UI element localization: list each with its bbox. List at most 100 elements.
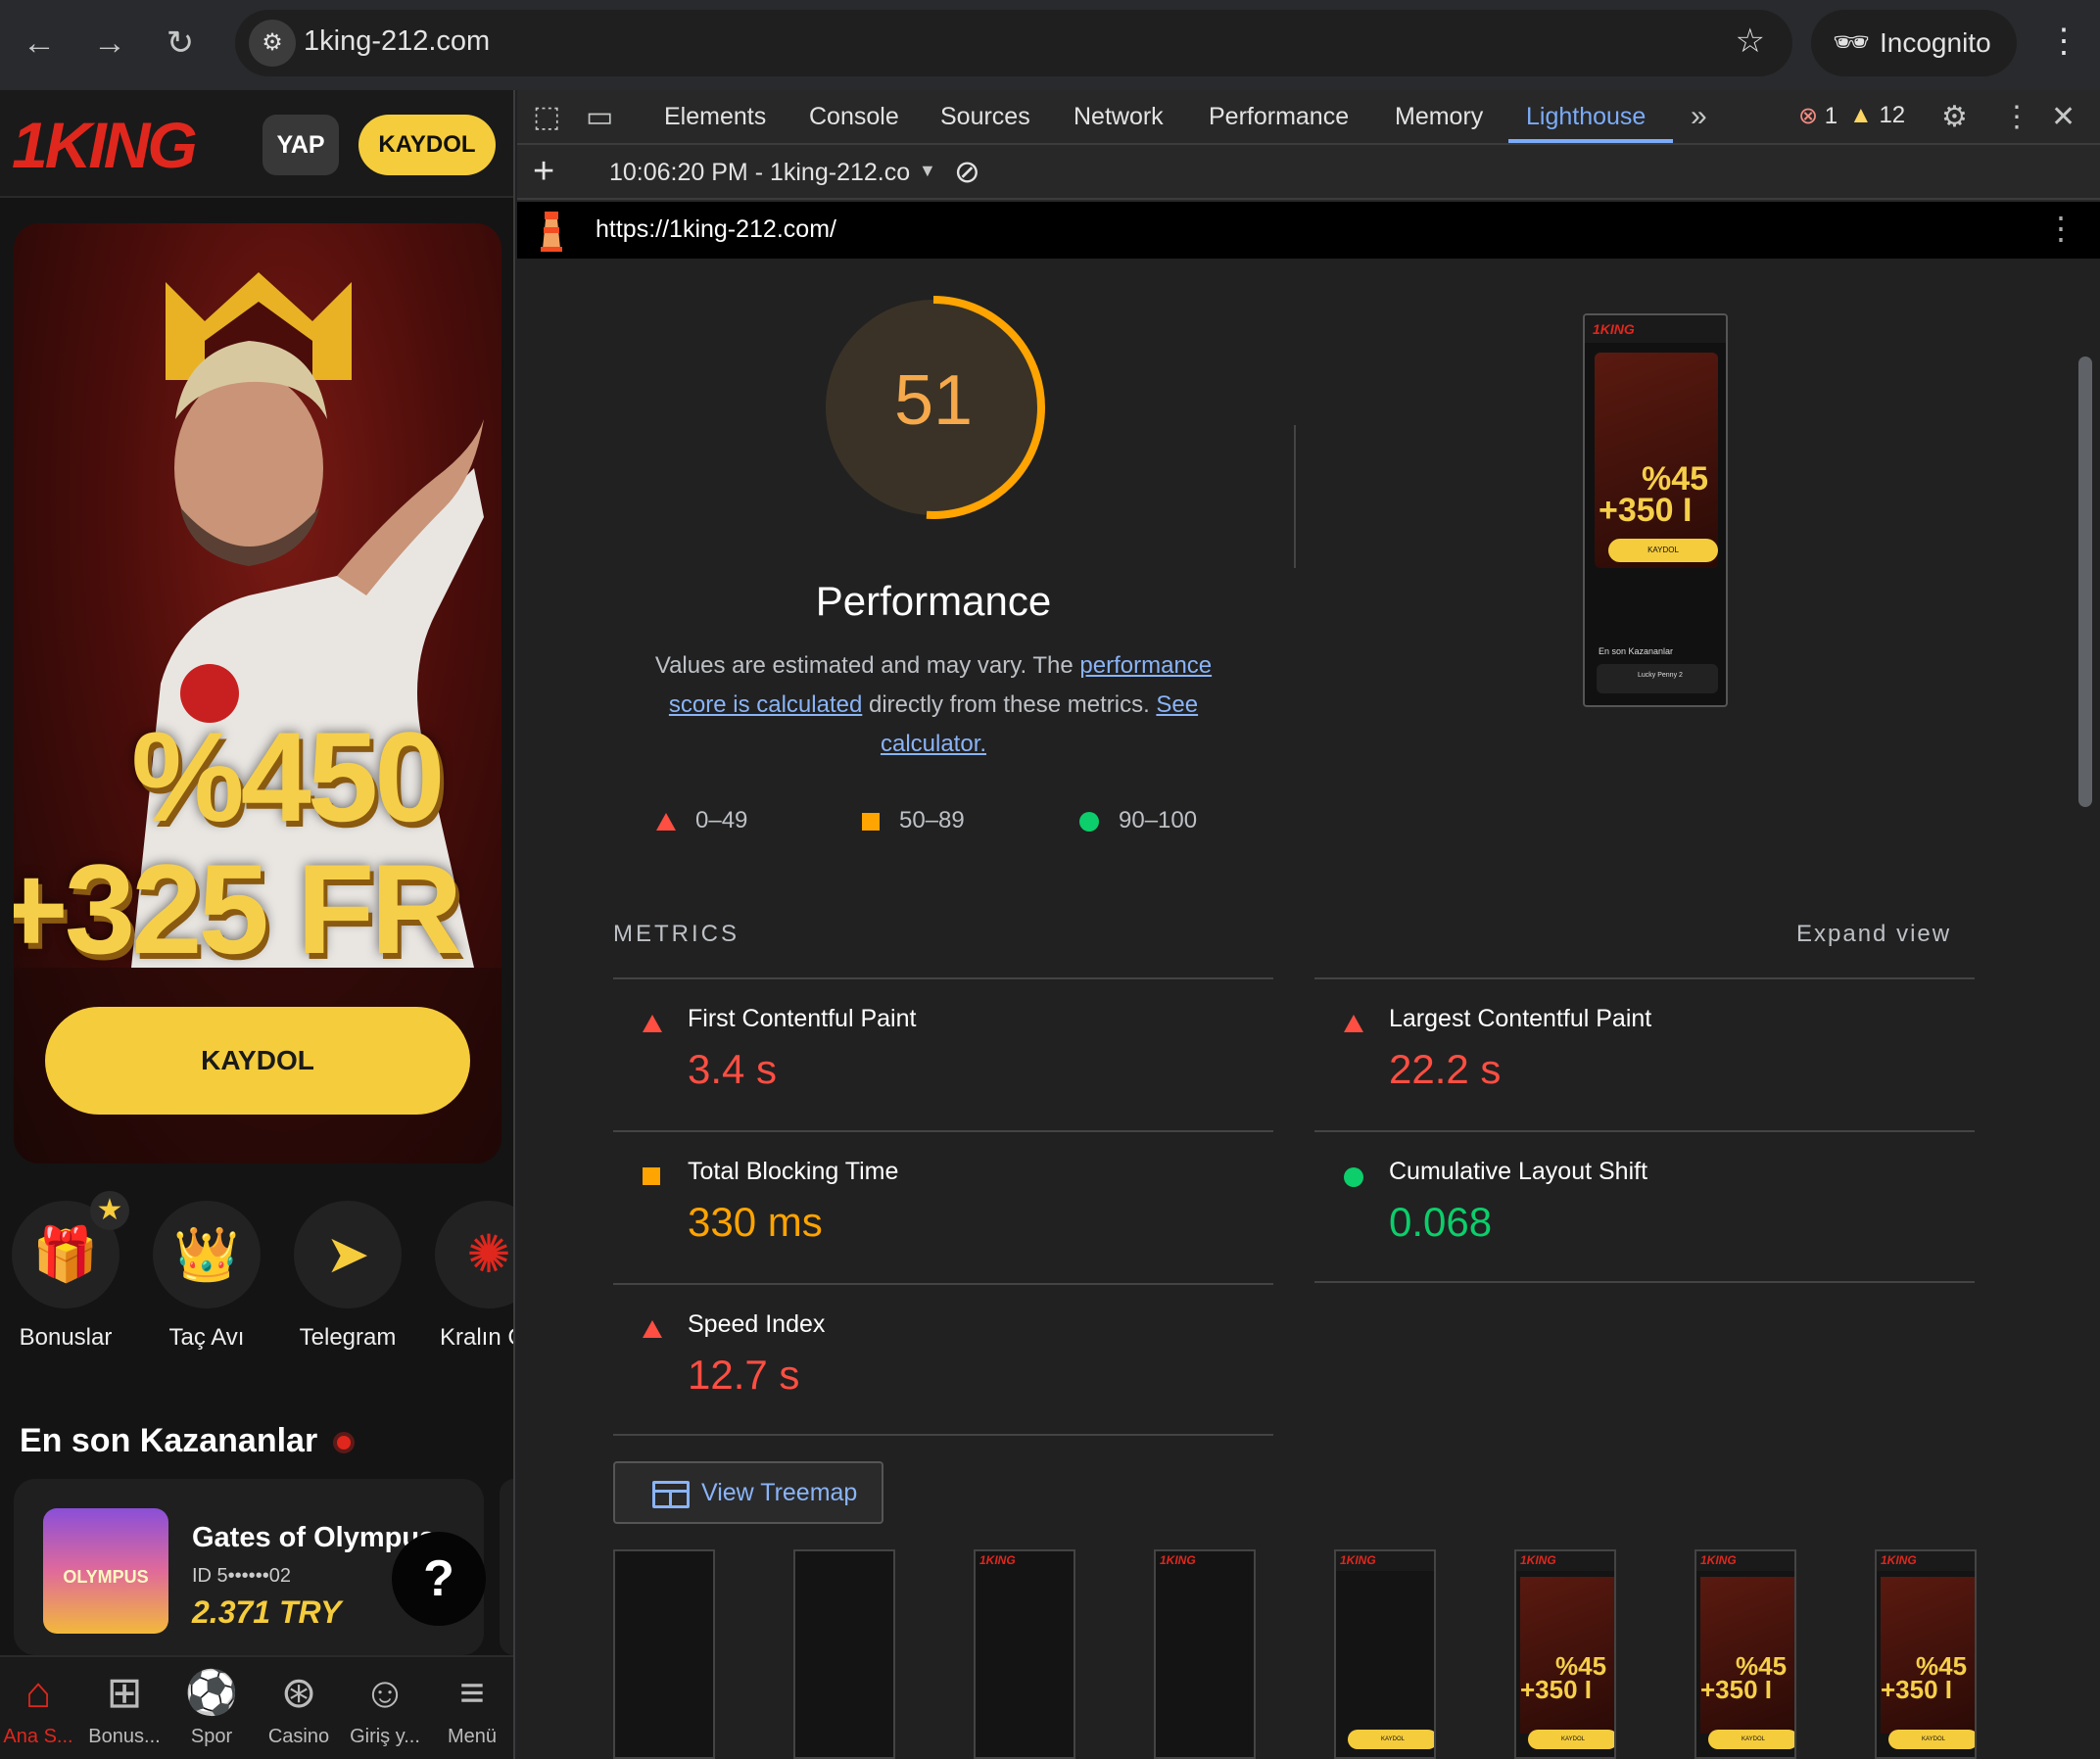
device-toolbar-icon[interactable]: ▭	[586, 100, 613, 134]
forward-arrow-icon[interactable]: →	[86, 20, 133, 67]
incognito-button[interactable]: 🕶 Incognito	[1811, 10, 2017, 76]
nav-bonus[interactable]: ⊞ Bonus...	[80, 1667, 168, 1748]
tab-console[interactable]: Console	[809, 103, 899, 131]
nav-menu[interactable]: ≡ Menü	[428, 1667, 513, 1748]
metric-fcp: First Contentful Paint 3.4 s	[613, 979, 1279, 1130]
tab-lighthouse[interactable]: Lighthouse	[1526, 103, 1646, 131]
desc-text: directly from these metrics.	[862, 691, 1157, 718]
frame-button: KAYDOL	[1888, 1730, 1975, 1749]
tab-elements[interactable]: Elements	[664, 103, 766, 131]
legend-fail: 0–49	[656, 807, 747, 834]
tab-memory[interactable]: Memory	[1395, 103, 1483, 131]
screenshot-logo: 1KING	[1593, 321, 1635, 337]
metric-cls: Cumulative Layout Shift 0.068	[1314, 1132, 1981, 1283]
category-label: Bonuslar	[19, 1324, 113, 1351]
nav-login[interactable]: ☺ Giriş y...	[341, 1667, 429, 1748]
site-header: 1KING YAP KAYDOL	[0, 90, 513, 198]
frame-promo-2: +350 I	[1520, 1675, 1593, 1704]
wheel-icon: ✺	[435, 1201, 513, 1308]
filmstrip-frame	[793, 1549, 895, 1759]
tab-sources[interactable]: Sources	[940, 103, 1030, 131]
tab-performance[interactable]: Performance	[1209, 103, 1349, 131]
settings-gear-icon[interactable]: ⚙	[1941, 100, 1968, 134]
hamburger-icon: ≡	[459, 1669, 485, 1717]
game-thumbnail: OLYMPUS	[43, 1508, 168, 1634]
banner-signup-button[interactable]: KAYDOL	[45, 1007, 470, 1115]
report-selector[interactable]: 10:06:20 PM - 1king-212.co	[609, 159, 910, 187]
fail-triangle-icon	[656, 812, 676, 831]
frame-logo: 1KING	[1700, 1553, 1737, 1567]
promo-banner[interactable]: %450 +325 FR KAYDOL	[14, 223, 501, 1164]
site-logo[interactable]: 1KING	[12, 108, 198, 182]
back-arrow-icon[interactable]: ←	[16, 20, 63, 67]
filmstrip-frame: 1KING %45 +350 I KAYDOL	[1514, 1549, 1616, 1759]
view-treemap-button[interactable]: View Treemap	[613, 1461, 883, 1524]
category-kralin-carki[interactable]: ✺ Kralın Ça	[435, 1201, 513, 1351]
metric-value: 22.2 s	[1389, 1046, 1502, 1092]
metric-name: First Contentful Paint	[688, 1005, 917, 1032]
warning-count: 12	[1879, 102, 1906, 128]
frame-button: KAYDOL	[1528, 1730, 1614, 1749]
metric-lcp: Largest Contentful Paint 22.2 s	[1314, 979, 1981, 1130]
inspect-element-icon[interactable]: ⬚	[533, 100, 560, 134]
tab-network[interactable]: Network	[1074, 103, 1164, 131]
bookmark-star-icon[interactable]: ☆	[1736, 22, 1765, 61]
more-tabs-chevron-icon[interactable]: »	[1691, 100, 1707, 133]
filmstrip-frame: 1KING KAYDOL	[1334, 1549, 1436, 1759]
category-tac-avi[interactable]: 👑 Taç Avı	[153, 1201, 261, 1351]
average-square-icon	[862, 812, 880, 831]
final-screenshot[interactable]: 1KING %45 +350 I KAYDOL En son Kazananla…	[1583, 313, 1728, 707]
metric-value: 330 ms	[688, 1199, 823, 1245]
nav-label: Giriş y...	[350, 1726, 420, 1747]
metric-value: 0.068	[1389, 1199, 1493, 1245]
expand-view-toggle[interactable]: Expand view	[1796, 921, 1951, 948]
score-description: Values are estimated and may vary. The p…	[625, 646, 1242, 764]
category-label: Taç Avı	[168, 1324, 245, 1351]
report-menu-icon[interactable]: ⋮	[2045, 210, 2076, 247]
url-text[interactable]: 1king-212.com	[304, 25, 490, 58]
reload-icon[interactable]: ↻	[157, 20, 204, 67]
category-telegram[interactable]: ➤ Telegram	[294, 1201, 402, 1351]
frame-logo: 1KING	[1160, 1553, 1196, 1567]
legend-range: 90–100	[1119, 807, 1198, 833]
win-amount: 2.371 TRY	[192, 1594, 342, 1630]
browser-menu-icon[interactable]: ⋮	[2047, 22, 2080, 61]
login-button[interactable]: YAP	[262, 115, 339, 175]
new-report-icon[interactable]: +	[533, 151, 554, 193]
nav-label: Ana S...	[3, 1726, 73, 1747]
error-icon: ⊗	[1798, 103, 1819, 129]
metric-value: 12.7 s	[688, 1352, 800, 1398]
signup-button[interactable]: KAYDOL	[358, 115, 496, 175]
performance-score: 51	[893, 361, 974, 440]
filmstrip-frame: 1KING	[1154, 1549, 1256, 1759]
metric-name: Cumulative Layout Shift	[1389, 1158, 1648, 1185]
metric-tbt: Total Blocking Time 330 ms	[613, 1132, 1279, 1283]
fail-triangle-icon	[643, 1320, 662, 1338]
live-indicator-icon	[333, 1432, 355, 1453]
frame-logo: 1KING	[979, 1553, 1016, 1567]
nav-casino[interactable]: ⊛ Casino	[255, 1667, 343, 1748]
error-counter[interactable]: ⊗ 1	[1798, 102, 1838, 130]
winner-card[interactable]	[500, 1479, 513, 1655]
nav-label: Casino	[267, 1726, 330, 1747]
site-info-icon[interactable]: ⚙	[249, 20, 296, 67]
nav-home[interactable]: ⌂ Ana S...	[0, 1667, 82, 1748]
frame-button: KAYDOL	[1348, 1730, 1434, 1749]
chevron-down-icon[interactable]: ▼	[919, 161, 936, 181]
screenshot-card-name: Lucky Penny 2	[1638, 672, 1683, 679]
report-url[interactable]: https://1king-212.com/	[596, 215, 836, 244]
game-name: Gates of Olympus	[192, 1522, 436, 1553]
help-button[interactable]: ?	[392, 1532, 486, 1626]
nav-spor[interactable]: ⚽ Spor	[167, 1667, 256, 1748]
devtools-menu-icon[interactable]: ⋮	[2002, 100, 2031, 134]
warning-counter[interactable]: ▲ 12	[1849, 102, 1905, 129]
clear-icon[interactable]: ⊘	[954, 153, 980, 190]
report-scrollbar[interactable]	[2078, 357, 2092, 807]
soccer-ball-icon: ⚽	[184, 1669, 239, 1717]
lighthouse-logo-icon	[541, 212, 562, 252]
filmstrip-frame: 1KING %45 +350 I KAYDOL	[1875, 1549, 1977, 1759]
divider	[1294, 425, 1296, 568]
close-icon[interactable]: ✕	[2051, 100, 2076, 134]
active-tab-indicator	[1508, 139, 1673, 143]
address-bar[interactable]: ⚙ 1king-212.com ☆	[235, 10, 1792, 76]
